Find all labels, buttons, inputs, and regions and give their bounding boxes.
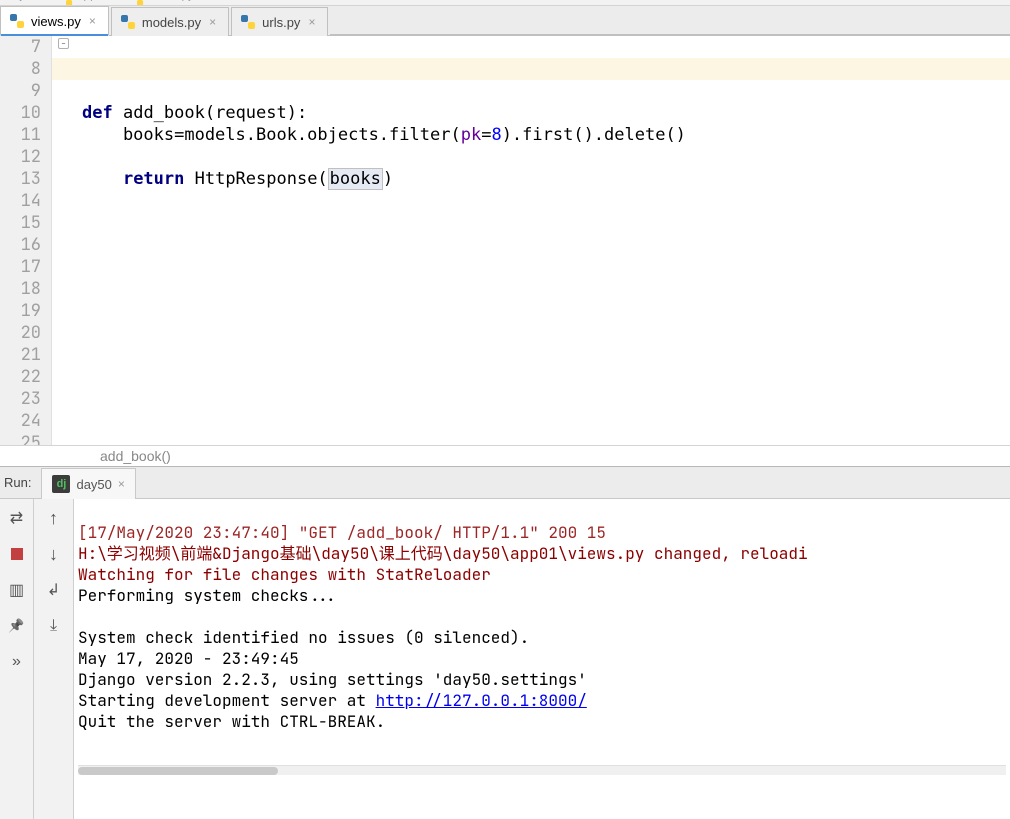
- structure-label: add_book(): [100, 448, 171, 464]
- soft-wrap-button[interactable]: [43, 579, 65, 601]
- run-left-toolbar: [0, 499, 34, 819]
- scroll-to-end-button[interactable]: [43, 615, 65, 637]
- close-icon[interactable]: ×: [207, 15, 218, 29]
- run-console-toolbar: [34, 499, 74, 819]
- console-line: [17/May/2020 23:47:40] "GET /add_book/ H…: [78, 522, 606, 543]
- stop-button[interactable]: [6, 543, 28, 565]
- close-icon[interactable]: ×: [118, 477, 125, 491]
- console-line: May 17, 2020 - 23:49:45: [78, 648, 299, 669]
- run-tab-day50[interactable]: dj day50 ×: [41, 468, 135, 499]
- fold-toggle-icon[interactable]: −: [58, 38, 69, 49]
- horizontal-scrollbar[interactable]: [78, 765, 1006, 775]
- console-line: Quit the server with CTRL-BREAK.: [78, 711, 385, 732]
- run-label: Run:: [0, 475, 41, 490]
- python-file-icon: [240, 14, 256, 30]
- run-tool-window: Run: dj day50 × [17/May/2020 23:47:40] "…: [0, 466, 1010, 819]
- console-line: Django version 2.2.3, using settings 'da…: [78, 669, 587, 690]
- python-file-icon: [120, 14, 136, 30]
- scroll-up-button[interactable]: [43, 507, 65, 529]
- code-content[interactable]: def add_book(request): books=models.Book…: [82, 36, 1010, 445]
- django-icon: dj: [52, 475, 70, 493]
- console-line: Performing system checks...: [78, 585, 337, 606]
- line-number-gutter: 7891011121314151617181920212223242526: [0, 36, 52, 445]
- scroll-down-button[interactable]: [43, 543, 65, 565]
- tab-views[interactable]: views.py ×: [0, 6, 109, 36]
- run-tab-label: day50: [76, 477, 111, 492]
- rerun-button[interactable]: [6, 507, 28, 529]
- pin-button[interactable]: [6, 615, 28, 637]
- code-editor[interactable]: 7891011121314151617181920212223242526 − …: [0, 36, 1010, 445]
- tab-models[interactable]: models.py ×: [111, 7, 229, 36]
- console-line: H:\学习视频\前端&Django基础\day50\课上代码\day50\app…: [78, 543, 808, 564]
- tab-label: models.py: [142, 15, 201, 30]
- layout-button[interactable]: [6, 579, 28, 601]
- console-line: System check identified no issues (0 sil…: [78, 627, 529, 648]
- tab-label: views.py: [31, 14, 81, 29]
- run-tabbar: Run: dj day50 ×: [0, 467, 1010, 499]
- server-url-link[interactable]: http://127.0.0.1:8000/: [376, 690, 587, 711]
- tab-urls[interactable]: urls.py ×: [231, 7, 328, 36]
- editor-structure-breadcrumb[interactable]: add_book(): [0, 445, 1010, 466]
- console-output[interactable]: [17/May/2020 23:47:40] "GET /add_book/ H…: [74, 499, 1010, 819]
- console-line: Starting development server at http://12…: [78, 690, 587, 711]
- editor-tabbar: views.py × models.py × urls.py ×: [0, 6, 1010, 36]
- tab-label: urls.py: [262, 15, 300, 30]
- highlighted-line: [52, 58, 1010, 80]
- more-button[interactable]: [6, 651, 28, 673]
- console-line: Watching for file changes with StatReloa…: [78, 564, 491, 585]
- close-icon[interactable]: ×: [87, 14, 98, 28]
- fold-column: −: [52, 36, 82, 445]
- python-file-icon: [9, 13, 25, 29]
- close-icon[interactable]: ×: [306, 15, 317, 29]
